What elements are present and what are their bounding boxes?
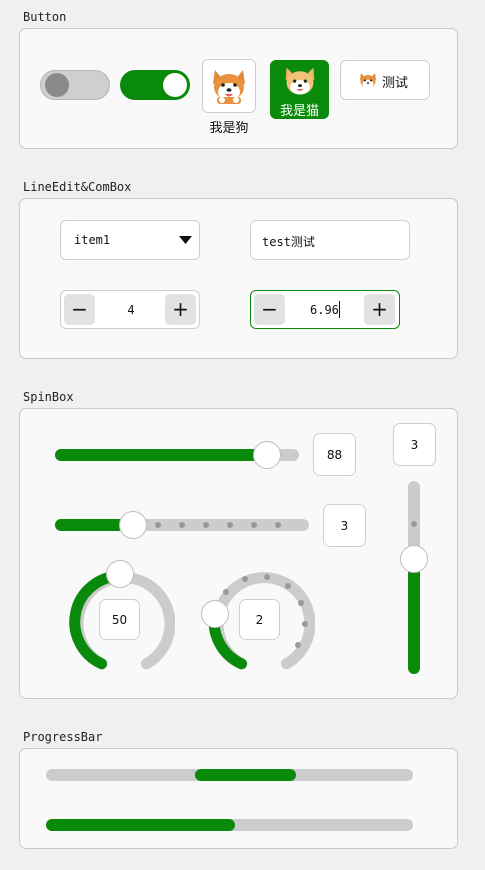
section-title-button: Button — [23, 10, 67, 24]
switch-knob — [45, 73, 69, 97]
int-spinbox-minus-button[interactable]: − — [64, 294, 95, 325]
int-spinbox-value: 4 — [127, 303, 135, 317]
h-slider-2-value: 3 — [323, 504, 366, 547]
switch-knob — [163, 73, 187, 97]
tick-dot — [179, 522, 185, 528]
double-spinbox-plus-button[interactable]: + — [364, 294, 395, 325]
switch-off[interactable] — [40, 70, 110, 100]
shiba-dog-icon — [213, 70, 245, 104]
dog-button-label: 我是狗 — [209, 120, 249, 135]
dropdown-arrow-icon — [179, 236, 192, 244]
v-slider[interactable] — [400, 481, 428, 674]
test-button-label: 测试 — [382, 75, 409, 90]
text-cursor — [339, 301, 340, 318]
h-slider-2-handle[interactable] — [119, 511, 147, 539]
section-title-spinbox: SpinBox — [23, 390, 74, 404]
lineedit-value: test测试 — [262, 235, 315, 249]
cat-icon — [285, 67, 314, 95]
tick-dot — [227, 522, 233, 528]
combobox-value: item1 — [74, 233, 111, 247]
v-slider-value: 3 — [393, 423, 436, 466]
test-button[interactable]: 测试 — [340, 60, 430, 100]
plus-icon: + — [371, 297, 388, 321]
h-slider-1-handle[interactable] — [253, 441, 281, 469]
tick-dot — [203, 522, 209, 528]
minus-icon: − — [261, 297, 278, 321]
progress-panel — [19, 748, 458, 849]
cat-icon-button[interactable]: 我是猫 — [270, 60, 329, 119]
int-spinbox-plus-button[interactable]: + — [165, 294, 196, 325]
h-slider-1-fill — [55, 449, 267, 461]
double-spinbox-value: 6.96 — [310, 303, 339, 317]
tick-dot — [155, 522, 161, 528]
dial-1-handle[interactable] — [106, 560, 134, 588]
v-slider-handle[interactable] — [400, 545, 428, 573]
dial-2-handle[interactable] — [201, 600, 229, 628]
shiba-dog-icon — [360, 73, 376, 89]
dial-1-value: 50 — [99, 599, 140, 640]
plus-icon: + — [172, 297, 189, 321]
double-spinbox[interactable]: − 6.96 + — [250, 290, 400, 329]
progress-bar-1-chunk — [195, 769, 296, 781]
section-title-lineedit: LineEdit&ComBox — [23, 180, 132, 194]
tick-dot — [275, 522, 281, 528]
lineedit-panel: item1 test测试 − 4 + − 6.96 + — [19, 198, 458, 359]
section-title-progressbar: ProgressBar — [23, 730, 103, 744]
h-slider-1-value: 88 — [313, 433, 356, 476]
progress-bar-2 — [46, 819, 413, 831]
h-slider-1[interactable] — [55, 441, 299, 469]
slider-panel: 88 3 3 50 2 — [19, 408, 458, 699]
h-slider-2[interactable] — [55, 511, 309, 539]
switch-on[interactable] — [120, 70, 190, 100]
minus-icon: − — [71, 297, 88, 321]
dog-icon-button[interactable] — [202, 59, 256, 113]
button-panel: 我是狗 我是猫 测试 — [19, 28, 458, 149]
tick-dot — [251, 522, 257, 528]
progress-bar-2-fill — [46, 819, 235, 831]
tick-dot — [411, 521, 417, 527]
item-combobox[interactable]: item1 — [60, 220, 200, 260]
text-lineedit[interactable]: test测试 — [250, 220, 410, 260]
progress-bar-1 — [46, 769, 413, 781]
dial-2-value: 2 — [239, 599, 280, 640]
double-spinbox-minus-button[interactable]: − — [254, 294, 285, 325]
int-spinbox[interactable]: − 4 + — [60, 290, 200, 329]
cat-button-label: 我是猫 — [279, 103, 319, 118]
v-slider-fill — [408, 559, 420, 674]
